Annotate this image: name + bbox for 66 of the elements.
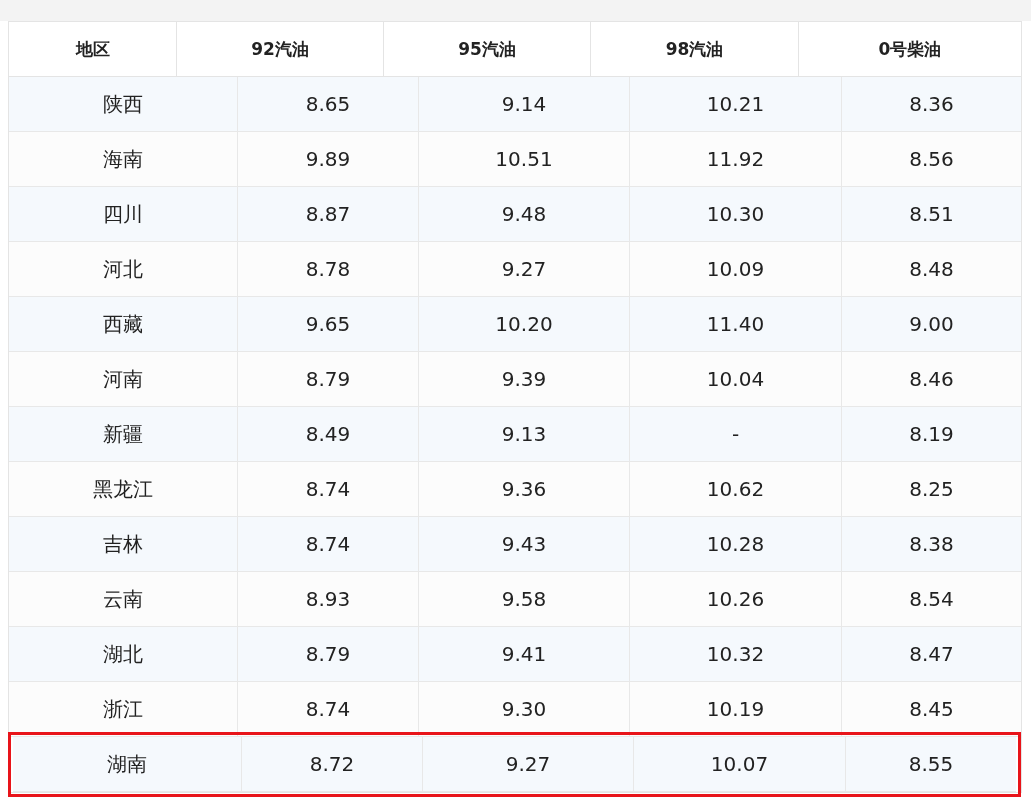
table-cell-text: 8.47: [908, 641, 955, 668]
table-cell: 10.07: [634, 737, 846, 791]
table-cell: 9.27: [419, 242, 630, 296]
table-cell: 湖北: [9, 627, 238, 681]
column-header: 95汽油: [384, 22, 591, 76]
table-cell: 四川: [9, 187, 238, 241]
table-cell-text: 8.56: [908, 146, 955, 173]
table-cell: 湖南: [13, 737, 242, 791]
table-cell: 9.48: [419, 187, 630, 241]
table-cell: 8.93: [238, 572, 419, 626]
table-cell: 8.74: [238, 517, 419, 571]
table-cell-text: 8.45: [908, 696, 955, 723]
table-cell: 新疆: [9, 407, 238, 461]
table-cell-text: 8.46: [908, 366, 955, 393]
table-cell: 10.04: [630, 352, 842, 406]
column-header: 92汽油: [177, 22, 384, 76]
table-cell: 8.65: [238, 77, 419, 131]
table-cell: 11.92: [630, 132, 842, 186]
table-cell-text: 8.54: [908, 586, 955, 613]
table-cell: 10.28: [630, 517, 842, 571]
table-cell: 吉林: [9, 517, 238, 571]
table-cell: 9.27: [423, 737, 634, 791]
table-cell: 9.58: [419, 572, 630, 626]
column-header: 98汽油: [591, 22, 799, 76]
table-cell: 10.20: [419, 297, 630, 351]
table-cell: 10.51: [419, 132, 630, 186]
table-cell: 8.87: [238, 187, 419, 241]
table-cell-text: 8.19: [908, 421, 955, 448]
table-cell: 8.79: [238, 352, 419, 406]
table-cell: 8.79: [238, 627, 419, 681]
table-cell: 9.43: [419, 517, 630, 571]
table-cell: 河北: [9, 242, 238, 296]
table-cell: 河南: [9, 352, 238, 406]
column-header: 0号柴油: [877, 37, 943, 61]
table-cell: 11.40: [630, 297, 842, 351]
table-cell: 西藏: [9, 297, 238, 351]
table-cell: 10.30: [630, 187, 842, 241]
table-cell: 10.26: [630, 572, 842, 626]
table-cell-text: 9.00: [908, 311, 955, 338]
table-cell: 9.39: [419, 352, 630, 406]
table-cell: 海南: [9, 132, 238, 186]
table-cell: 9.13: [419, 407, 630, 461]
table-cell: 8.72: [242, 737, 423, 791]
table-cell-text: 8.38: [908, 531, 955, 558]
table-cell: 黑龙江: [9, 462, 238, 516]
table-cell-text: 8.48: [908, 256, 955, 283]
table-cell-text: 8.25: [908, 476, 955, 503]
table-cell: 陕西: [9, 77, 238, 131]
table-cell: 8.49: [238, 407, 419, 461]
table-cell: 10.21: [630, 77, 842, 131]
table-cell: 9.89: [238, 132, 419, 186]
table-cell: 9.14: [419, 77, 630, 131]
table-cell-text: 8.55: [907, 751, 955, 778]
table-cell: 8.78: [238, 242, 419, 296]
table-cell: 10.09: [630, 242, 842, 296]
table-cell: 云南: [9, 572, 238, 626]
table-cell: 10.62: [630, 462, 842, 516]
table-cell-text: 8.51: [908, 201, 955, 228]
table-cell-text: 8.36: [908, 91, 955, 118]
table-cell: 9.41: [419, 627, 630, 681]
table-cell: 9.65: [238, 297, 419, 351]
table-cell: 9.36: [419, 462, 630, 516]
table-cell: 8.74: [238, 462, 419, 516]
table-cell: -: [630, 407, 842, 461]
table-cell: 10.32: [630, 627, 842, 681]
column-header: 地区: [9, 22, 177, 76]
